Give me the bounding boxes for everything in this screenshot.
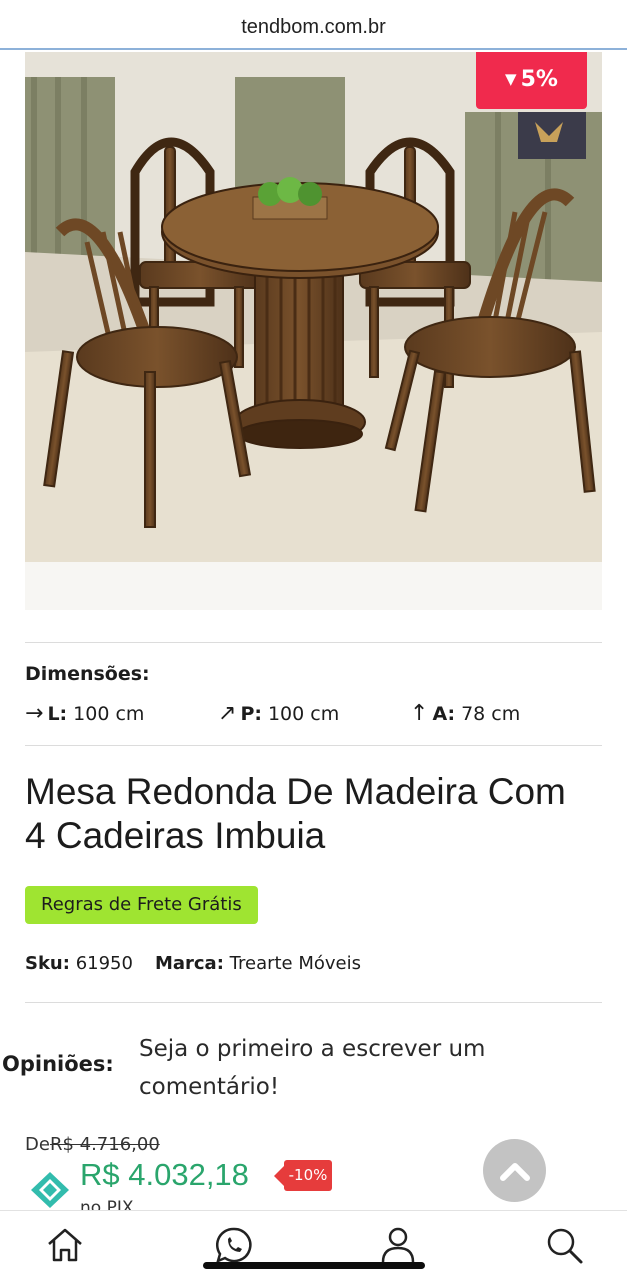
discount-value: 5%	[520, 67, 558, 92]
dimension-height: ↑ A: 78 cm	[410, 701, 520, 726]
pix-discount-badge: -10%	[274, 1160, 332, 1191]
dimensions-title: Dimensões:	[25, 663, 150, 685]
pix-icon	[31, 1172, 69, 1208]
nav-account[interactable]	[378, 1225, 418, 1265]
brand-label: Marca:	[154, 953, 224, 974]
arrow-up-icon: ↑	[410, 701, 429, 726]
nav-whatsapp[interactable]	[214, 1225, 254, 1265]
divider	[25, 1002, 602, 1003]
from-label: De	[25, 1134, 50, 1155]
divider	[25, 745, 602, 746]
product-title: Mesa Redonda De Madeira Com 4 Cadeiras I…	[25, 771, 566, 856]
sku-label: Sku:	[25, 953, 70, 974]
product-photo-drawing	[25, 52, 602, 610]
system-home-indicator[interactable]	[203, 1262, 425, 1269]
write-review-link[interactable]: Seja o primeiro a escrever um comentário…	[139, 1030, 549, 1106]
product-image[interactable]	[25, 52, 602, 610]
caret-down-icon: ▼	[505, 70, 517, 88]
url-text: tendbom.com.br	[241, 16, 386, 38]
browser-url-bar[interactable]: tendbom.com.br	[0, 0, 627, 50]
dimension-label: A:	[432, 703, 456, 725]
home-icon	[48, 1228, 82, 1262]
dimension-value: 78 cm	[461, 703, 521, 725]
nav-search[interactable]	[544, 1225, 584, 1265]
price: R$ 4.032,18	[80, 1157, 249, 1192]
free-shipping-rules-button[interactable]: Regras de Frete Grátis	[25, 886, 258, 924]
chevron-up-icon	[499, 1162, 530, 1181]
dimension-value: 100 cm	[73, 703, 145, 725]
bottom-nav	[0, 1210, 627, 1280]
whatsapp-icon	[215, 1227, 252, 1264]
arrow-right-icon: →	[25, 701, 44, 726]
scroll-to-top-button[interactable]	[483, 1139, 546, 1202]
nav-home[interactable]	[45, 1225, 85, 1265]
sku-value: 61950	[75, 953, 133, 974]
divider	[25, 642, 602, 643]
reviews-label: Opiniões:	[2, 1052, 114, 1076]
old-price-value: R$ 4.716,00	[49, 1134, 160, 1155]
search-icon	[547, 1228, 583, 1264]
product-meta: Sku: 61950 Marca: Trearte Móveis	[25, 953, 361, 974]
dimension-width: → L: 100 cm	[25, 701, 144, 726]
dimension-label: L:	[47, 703, 68, 725]
brand-value[interactable]: Trearte Móveis	[230, 953, 361, 974]
pix-label: no PIX	[80, 1198, 134, 1210]
dimension-value: 100 cm	[267, 703, 340, 725]
discount-badge: ▼ 5%	[476, 52, 587, 109]
dimension-depth: ↗ P: 100 cm	[218, 701, 339, 726]
user-icon	[381, 1227, 415, 1263]
dimension-label: P:	[240, 703, 262, 725]
old-price: DeR$ 4.716,00	[25, 1134, 160, 1155]
arrow-up-right-icon: ↗	[218, 701, 237, 726]
